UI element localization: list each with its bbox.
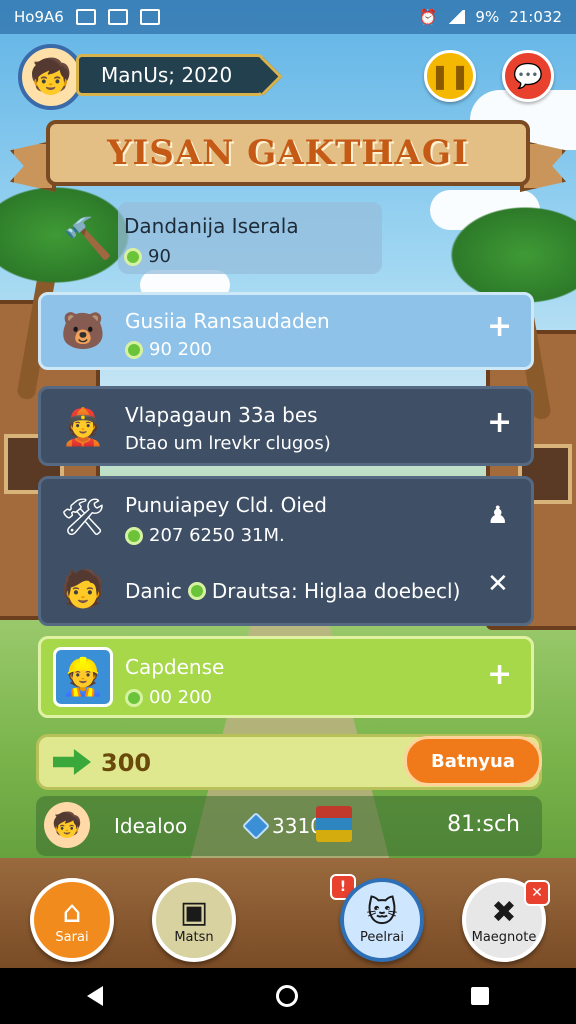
player-name-plate: ManUs; 2020 [76,54,264,96]
card-title: Gusiia Ransaudaden [125,309,330,333]
coin-icon [187,582,206,600]
nav-pet-button[interactable]: 🐱 Peelrai [340,878,424,962]
pet-icon: 🐱 [366,894,398,930]
notification-icon [107,9,128,25]
nav-camera-button[interactable]: ▣ Matsn [152,878,236,962]
tools-portrait: 🛠 [60,497,106,538]
quest-card-2[interactable]: 🐻 Gusiia Ransaudaden 90 200 + [38,292,534,370]
info-bar: 🧒 Idealoo 33104 81:sch [36,796,542,856]
clock: 21:032 [509,8,562,26]
card-title: Dandanija Iserala [124,214,299,238]
home-system-icon[interactable] [275,985,298,1007]
reward-amount: 300 [101,749,152,777]
coin-icon [125,688,143,707]
info-label: Idealoo [114,814,188,838]
quest-card-3[interactable]: 👲 Vlapagaun 33a bes Dtao um lrevkr clugo… [38,386,534,466]
card-value: 90 [124,246,171,267]
gem-icon [241,811,271,841]
character-icon[interactable]: ♟ [487,501,509,529]
player-avatar[interactable]: 🧒 [18,44,84,110]
pause-button[interactable]: ❚❚ [424,50,476,102]
system-navigation-bar [0,968,576,1024]
close-icon[interactable]: ✕ [487,569,509,599]
card-title: Capdense [125,655,225,679]
card-value: 207 6250 31M. [125,525,285,546]
chat-button[interactable]: 💬 [502,50,554,102]
title-banner: YISAN GAKTHAGI [46,120,530,186]
coin-icon [125,526,143,545]
card-value: 00 200 [125,687,212,708]
add-button[interactable]: + [487,309,512,344]
villager-portrait: 🧑 [60,569,106,610]
quest-card-4[interactable]: 🛠 Punuiapey Cld. Oied 207 6250 31M. ♟ 🧑 … [38,476,534,626]
quest-card-1[interactable]: Dandanija Iserala 90 [118,202,382,274]
card-subtitle: Dtao um lrevkr clugos) [125,433,331,454]
action-button[interactable]: Batnyua [404,736,542,786]
character-portrait: 👲 [60,407,106,448]
tools-icon: ✖ [491,894,517,930]
card-title: Vlapagaun 33a bes [125,403,318,427]
books-icon [316,806,352,842]
camera-icon: ▣ [179,894,209,930]
arrow-icon [53,749,91,775]
chat-icon: 💬 [513,62,543,90]
coin-icon [124,247,142,266]
recents-icon[interactable] [471,987,490,1005]
alarm-icon: ⏰ [418,8,438,26]
photo-icon [139,9,160,25]
game-title: YISAN GAKTHAGI [107,133,469,173]
card-title: Punuiapey Cld. Oied [125,493,327,517]
nav-home-button[interactable]: ⌂ Sarai [30,878,114,962]
add-button[interactable]: + [487,657,512,692]
mail-icon [75,9,96,25]
row2-text: Drautsa: Higlaa doebecl) [211,579,461,603]
character-portrait: 👷 [53,647,113,707]
alert-badge: ✕ [524,880,550,906]
card-row2: Danic Drautsa: Higlaa doebecl) [125,579,460,603]
pause-icon: ❚❚ [429,62,471,90]
quest-card-5[interactable]: 👷 Capdense 00 200 + [38,636,534,718]
coin-icon [125,340,143,359]
player-mini-avatar: 🧒 [44,802,90,848]
timer: 81:sch [447,812,520,837]
home-icon: ⌂ [62,894,82,930]
hammer-icon: 🔨 [63,215,113,262]
signal-icon [447,10,466,24]
back-icon[interactable] [86,986,103,1006]
player-name: ManUs; 2020 [101,63,233,87]
row2-label: Danic [125,579,182,603]
card-value: 90 200 [125,339,212,360]
status-bar: Ho9A6 ⏰ 9% 21:032 [0,0,576,34]
battery-label: 9% [475,8,500,26]
add-button[interactable]: + [487,405,512,440]
carrier-label: Ho9A6 [14,8,64,26]
bear-portrait: 🐻 [60,311,106,352]
